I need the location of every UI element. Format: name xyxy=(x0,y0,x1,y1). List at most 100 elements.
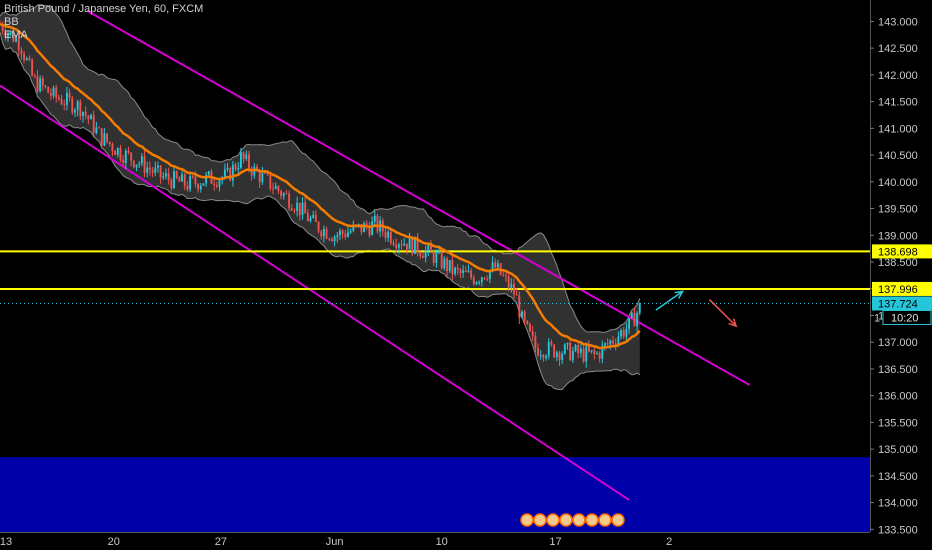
candle-body xyxy=(435,252,438,263)
candle-body xyxy=(384,231,387,238)
candle-body xyxy=(47,86,50,93)
candle-body xyxy=(248,154,250,169)
candle-body xyxy=(231,164,234,181)
candle-body xyxy=(628,318,631,329)
candle-body xyxy=(537,348,539,356)
candle-body xyxy=(285,193,288,195)
candle-body xyxy=(371,221,374,236)
candle-body xyxy=(363,223,365,233)
bb-indicator-label[interactable]: BB xyxy=(4,16,203,29)
candle-body xyxy=(274,186,277,189)
candle-body xyxy=(277,186,280,192)
candle-body xyxy=(638,303,641,314)
event-marker-icon xyxy=(598,513,612,527)
candle-body xyxy=(140,156,143,164)
candle-body xyxy=(569,342,572,361)
candle-body xyxy=(333,236,336,242)
candle-body xyxy=(636,313,639,327)
price-tick-label: 135.000 xyxy=(878,444,918,456)
candle-body xyxy=(82,111,84,117)
partial-price-label: 1 xyxy=(874,312,880,324)
candle-body xyxy=(52,87,55,96)
candle xyxy=(574,343,577,353)
price-tick-label: 133.500 xyxy=(878,524,918,536)
time-tick-label: 2 xyxy=(666,536,672,548)
candle-body xyxy=(186,185,189,190)
event-marker-icon xyxy=(585,513,599,527)
candle-body xyxy=(507,276,510,288)
candle-body xyxy=(280,191,283,197)
candle-body xyxy=(306,213,309,221)
candle xyxy=(47,86,50,94)
candle-body xyxy=(392,242,395,245)
candle-body xyxy=(36,76,39,92)
candle-body xyxy=(124,150,127,164)
candle-body xyxy=(114,151,117,155)
price-tick-label: 139.500 xyxy=(878,204,918,216)
time-tick-label: 27 xyxy=(215,536,227,548)
price-axis-background xyxy=(870,0,932,550)
candle-body xyxy=(462,270,465,273)
candle-body xyxy=(505,275,507,277)
candle-body xyxy=(419,252,422,256)
candle-body xyxy=(197,183,200,190)
candle-body xyxy=(223,169,226,178)
candle-body xyxy=(633,312,636,327)
candle-body xyxy=(119,147,122,160)
candle xyxy=(31,57,34,77)
event-marker-icon xyxy=(533,513,547,527)
support-zone-rect xyxy=(0,457,870,532)
candle-body xyxy=(459,269,462,273)
candle-body xyxy=(529,323,531,332)
candle-body xyxy=(199,185,202,190)
candle-body xyxy=(173,171,175,189)
time-tick-label: 10 xyxy=(436,536,448,548)
candle-body xyxy=(138,163,141,165)
candle-body xyxy=(108,141,111,145)
candle xyxy=(175,170,178,180)
level-tag-2: 137.996 xyxy=(872,281,932,296)
candle-body xyxy=(298,202,301,216)
candle-body xyxy=(405,243,408,250)
candle-body xyxy=(159,165,162,178)
candle-body xyxy=(309,217,312,221)
event-marker-icon xyxy=(520,513,534,527)
candle-body xyxy=(293,210,296,212)
candle-body xyxy=(483,277,486,280)
candle-body xyxy=(98,127,100,129)
symbol-title[interactable]: British Pound / Japanese Yen, 60, FXCM xyxy=(4,3,203,16)
candle-body xyxy=(116,147,119,155)
candle-body xyxy=(339,230,341,236)
candle-body xyxy=(90,115,92,120)
candle-body xyxy=(258,171,261,183)
time-tick-label: Jun xyxy=(326,536,344,548)
level-tag-1: 138.698 xyxy=(872,244,932,259)
candle-body xyxy=(25,58,28,60)
candle-body xyxy=(571,351,574,361)
price-tick-label: 134.500 xyxy=(878,471,918,483)
candle-body xyxy=(395,244,398,248)
candle-body xyxy=(563,344,566,354)
candle-body xyxy=(157,165,159,168)
candle-body xyxy=(213,183,216,186)
candle-body xyxy=(215,185,218,187)
candle-body xyxy=(574,345,577,352)
candle-body xyxy=(553,344,556,358)
event-marker-icon xyxy=(559,513,573,527)
candle-body xyxy=(403,243,406,246)
candle-body xyxy=(245,154,248,159)
ema-indicator-label[interactable]: EMA xyxy=(4,29,203,42)
candle-body xyxy=(314,214,317,222)
price-tick-label: 141.000 xyxy=(878,123,918,135)
candle-body xyxy=(122,159,125,164)
candle-body xyxy=(408,236,411,250)
candle xyxy=(553,343,556,359)
candle-body xyxy=(566,342,569,345)
candle-body xyxy=(612,340,614,344)
candle-body xyxy=(189,176,191,190)
candle-body xyxy=(579,348,582,354)
candle-body xyxy=(282,193,285,197)
candle xyxy=(569,340,572,361)
price-chart[interactable]: 133.500 134.000 134.500 135.000 135.500 136.0… xyxy=(0,0,932,550)
price-axis[interactable]: 133.500 134.000 134.500 135.000 135.500 136.0… xyxy=(870,0,932,550)
